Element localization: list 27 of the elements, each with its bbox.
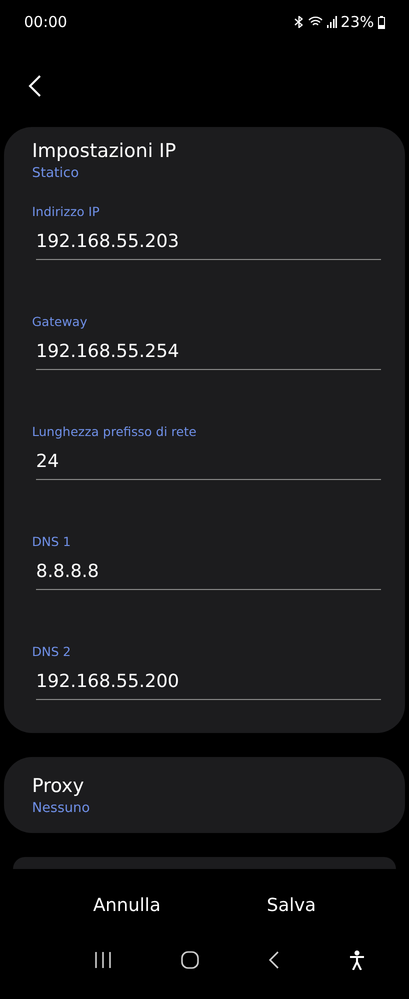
field-label: Gateway: [32, 313, 88, 331]
input-field[interactable]: 192.168.55.203: [36, 227, 381, 260]
back-icon[interactable]: [268, 951, 280, 969]
input-field[interactable]: 24: [36, 447, 381, 480]
field-label: DNS 2: [32, 643, 72, 661]
battery-icon: [378, 16, 385, 28]
input-field[interactable]: 192.168.55.254: [36, 337, 381, 370]
clock: 00:00: [24, 13, 68, 31]
home-icon[interactable]: [181, 951, 200, 969]
battery-percent: 23%: [340, 13, 374, 31]
input-field[interactable]: 192.168.55.200: [36, 667, 381, 700]
field-label: Lunghezza prefisso di rete: [32, 423, 198, 441]
field-label: DNS 1: [32, 533, 72, 551]
bluetooth-icon: [294, 16, 304, 28]
field-label: Indirizzo IP: [32, 203, 101, 221]
signal-icon: [326, 16, 337, 28]
recent-apps-icon[interactable]: [94, 952, 112, 968]
setting-title[interactable]: Impostazioni IP: [32, 139, 377, 163]
proxy-card[interactable]: Proxy Nessuno: [4, 757, 405, 833]
setting-value: Statico: [32, 164, 80, 183]
wifi-icon: [308, 16, 323, 28]
accessibility-icon[interactable]: [348, 950, 365, 970]
input-field[interactable]: 8.8.8.8: [36, 557, 381, 590]
action-button[interactable]: Annulla: [73, 889, 181, 922]
setting-title: Proxy: [32, 774, 86, 798]
setting-value: Nessuno: [32, 799, 91, 818]
action-button[interactable]: Salva: [246, 889, 336, 922]
